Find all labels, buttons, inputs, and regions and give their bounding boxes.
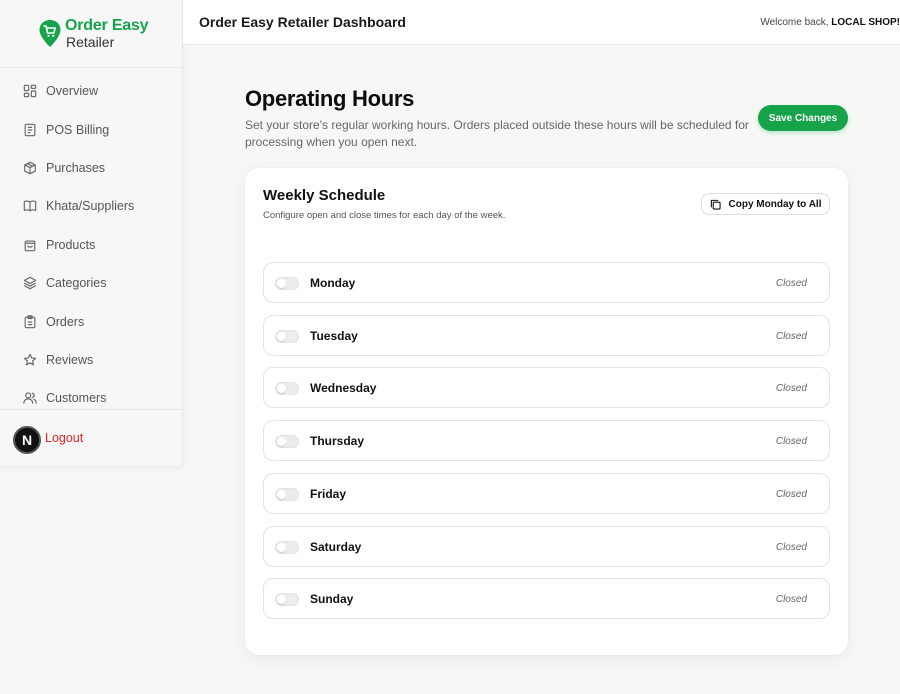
sidebar-item-label: Products [46, 237, 96, 252]
day-status: Closed [775, 330, 807, 342]
copy-monday-to-all-button[interactable]: Copy Monday to All [701, 193, 830, 215]
star-icon [23, 353, 37, 366]
shopping-bag-icon [24, 240, 36, 252]
day-toggle[interactable] [275, 435, 299, 449]
day-row-monday: Monday Closed [263, 262, 830, 303]
users-icon [23, 392, 37, 405]
day-name: Wednesday [310, 381, 377, 396]
day-row-friday: Friday Closed [263, 472, 830, 514]
sidebar-item-label: Categories [46, 276, 107, 291]
weekly-schedule-card: Weekly Schedule Configure open and close… [245, 168, 848, 655]
welcome-message: Welcome back, LOCAL SHOP! [760, 17, 900, 28]
sidebar-item-overview[interactable]: Overview [0, 72, 182, 110]
day-row-sunday: Sunday Closed [263, 578, 830, 620]
card-subtitle: Configure open and close times for each … [263, 210, 506, 221]
header-title: Order Easy Retailer Dashboard [199, 14, 406, 30]
day-toggle[interactable] [275, 329, 299, 343]
day-toggle[interactable] [275, 277, 299, 290]
day-name: Sunday [310, 592, 354, 607]
sidebar-item-label: Khata/Suppliers [46, 199, 135, 214]
sidebar-item-label: Purchases [46, 160, 106, 175]
page-title: Operating Hours [245, 86, 415, 111]
receipt-icon [24, 123, 36, 136]
page-description: Set your store's regular working hours. … [245, 118, 749, 149]
sidebar-item-label: Orders [46, 314, 85, 329]
day-name: Tuesday [310, 328, 358, 343]
sidebar-item-products[interactable]: Products [0, 226, 182, 264]
day-row-wednesday: Wednesday Closed [263, 367, 830, 409]
day-status: Closed [775, 594, 807, 606]
day-row-tuesday: Tuesday Closed [263, 314, 830, 356]
sidebar-item-orders[interactable]: Orders [0, 302, 182, 340]
sidebar-nav: Overview POS Billing Purchases Khata/Sup… [0, 68, 182, 418]
welcome-prefix: Welcome back, [760, 16, 832, 28]
avatar[interactable]: N [13, 426, 41, 454]
sidebar-item-khata-suppliers[interactable]: Khata/Suppliers [0, 187, 182, 225]
copy-button-label: Copy Monday to All [728, 198, 822, 210]
card-title: Weekly Schedule [263, 187, 386, 204]
sidebar-item-reviews[interactable]: Reviews [0, 341, 182, 379]
brand-subtitle: Retailer [66, 34, 115, 50]
brand-logo[interactable]: Order Easy Retailer [0, 0, 182, 68]
sidebar-item-pos-billing[interactable]: POS Billing [0, 110, 182, 148]
save-changes-button[interactable]: Save Changes [758, 105, 848, 131]
sidebar: Order Easy Retailer Overview POS Billing… [0, 0, 183, 466]
dashboard-icon [23, 84, 37, 98]
day-name: Monday [310, 276, 356, 290]
day-status: Closed [775, 383, 807, 395]
day-row-saturday: Saturday Closed [263, 525, 830, 567]
day-toggle[interactable] [275, 540, 299, 554]
day-name: Thursday [310, 434, 365, 449]
top-header: Order Easy Retailer Dashboard Welcome ba… [183, 0, 900, 45]
day-toggle[interactable] [275, 593, 299, 607]
sidebar-item-categories[interactable]: Categories [0, 264, 182, 302]
sidebar-item-label: POS Billing [46, 122, 110, 137]
sidebar-item-label: Reviews [46, 352, 94, 367]
day-name: Saturday [310, 539, 362, 554]
clipboard-icon [24, 314, 36, 328]
shop-name: LOCAL SHOP! [831, 16, 900, 28]
day-status: Closed [775, 541, 807, 553]
cart-pin-icon [39, 19, 61, 47]
layers-icon [23, 276, 37, 290]
brand-name: Order Easy [65, 17, 149, 34]
day-name: Friday [310, 486, 347, 501]
sidebar-item-label: Overview [46, 84, 99, 99]
day-row-thursday: Thursday Closed [263, 420, 830, 462]
day-status: Closed [775, 436, 807, 448]
day-status: Closed [775, 278, 807, 289]
day-toggle[interactable] [275, 382, 299, 396]
book-icon [23, 200, 37, 212]
sidebar-item-label: Customers [46, 391, 107, 406]
day-toggle[interactable] [275, 487, 299, 501]
logout-button[interactable]: Logout [45, 431, 83, 445]
sidebar-item-purchases[interactable]: Purchases [0, 149, 182, 187]
copy-icon [710, 199, 721, 210]
package-icon [24, 161, 36, 175]
day-status: Closed [775, 488, 807, 500]
